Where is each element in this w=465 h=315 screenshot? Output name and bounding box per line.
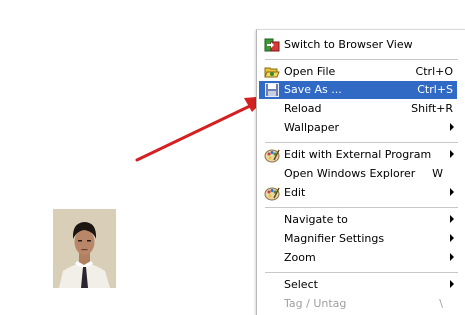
menu-item-shortcut: Shift+R <box>411 102 453 115</box>
submenu-arrow-icon <box>450 280 454 288</box>
menu-item-label: Save As ... <box>284 83 342 96</box>
portrait-photo <box>53 209 116 288</box>
switch-view-icon <box>264 37 280 53</box>
menu-item-label: Open Windows Explorer <box>284 167 416 180</box>
menu-item-open-explorer[interactable]: Open Windows Explorer W <box>259 165 457 183</box>
menu-item-wallpaper[interactable]: Wallpaper <box>259 119 457 137</box>
menu-item-label: Zoom <box>284 251 316 264</box>
menu-item-magnifier-settings[interactable]: Magnifier Settings <box>259 230 457 248</box>
menu-item-label: Edit with External Program <box>284 148 432 161</box>
menu-item-reload[interactable]: Reload Shift+R <box>259 100 457 118</box>
menu-item-label: Reload <box>284 102 322 115</box>
submenu-arrow-icon <box>450 123 454 131</box>
paint-palette-icon <box>264 147 280 163</box>
menu-item-shortcut: \ <box>439 297 443 310</box>
submenu-arrow-icon <box>450 215 454 223</box>
submenu-arrow-icon <box>450 188 454 196</box>
menu-item-label: Tag / Untag <box>284 297 347 310</box>
menu-item-label: Open File <box>284 65 336 78</box>
context-menu: Switch to Browser View Open File Ctrl+O … <box>256 29 465 315</box>
menu-item-save-as[interactable]: Save As ... Ctrl+S <box>259 81 457 99</box>
menu-item-shortcut: W <box>432 167 443 180</box>
open-folder-icon <box>264 64 280 80</box>
menu-separator <box>265 207 458 209</box>
menu-item-open-file[interactable]: Open File Ctrl+O <box>259 63 457 81</box>
menu-item-select[interactable]: Select <box>259 276 457 294</box>
menu-item-label: Navigate to <box>284 213 348 226</box>
menu-item-label: Edit <box>284 186 306 199</box>
submenu-arrow-icon <box>450 253 454 261</box>
menu-item-edit-external[interactable]: Edit with External Program <box>259 146 457 164</box>
menu-item-edit[interactable]: Edit <box>259 184 457 202</box>
menu-separator <box>265 142 458 144</box>
menu-item-shortcut: Ctrl+S <box>417 83 453 96</box>
menu-item-switch-browser-view[interactable]: Switch to Browser View <box>259 36 457 54</box>
menu-separator <box>265 272 458 274</box>
menu-item-zoom[interactable]: Zoom <box>259 249 457 267</box>
submenu-arrow-icon <box>450 150 454 158</box>
menu-item-label: Wallpaper <box>284 121 340 134</box>
menu-item-tag-untag[interactable]: Tag / Untag \ <box>259 295 457 313</box>
menu-item-label: Magnifier Settings <box>284 232 385 245</box>
paint-palette-icon <box>264 185 280 201</box>
menu-item-label: Select <box>284 278 318 291</box>
submenu-arrow-icon <box>450 234 454 242</box>
menu-separator <box>265 59 458 61</box>
menu-item-label: Switch to Browser View <box>284 38 413 51</box>
menu-item-navigate-to[interactable]: Navigate to <box>259 211 457 229</box>
floppy-disk-icon <box>264 82 280 98</box>
menu-item-shortcut: Ctrl+O <box>415 65 453 78</box>
